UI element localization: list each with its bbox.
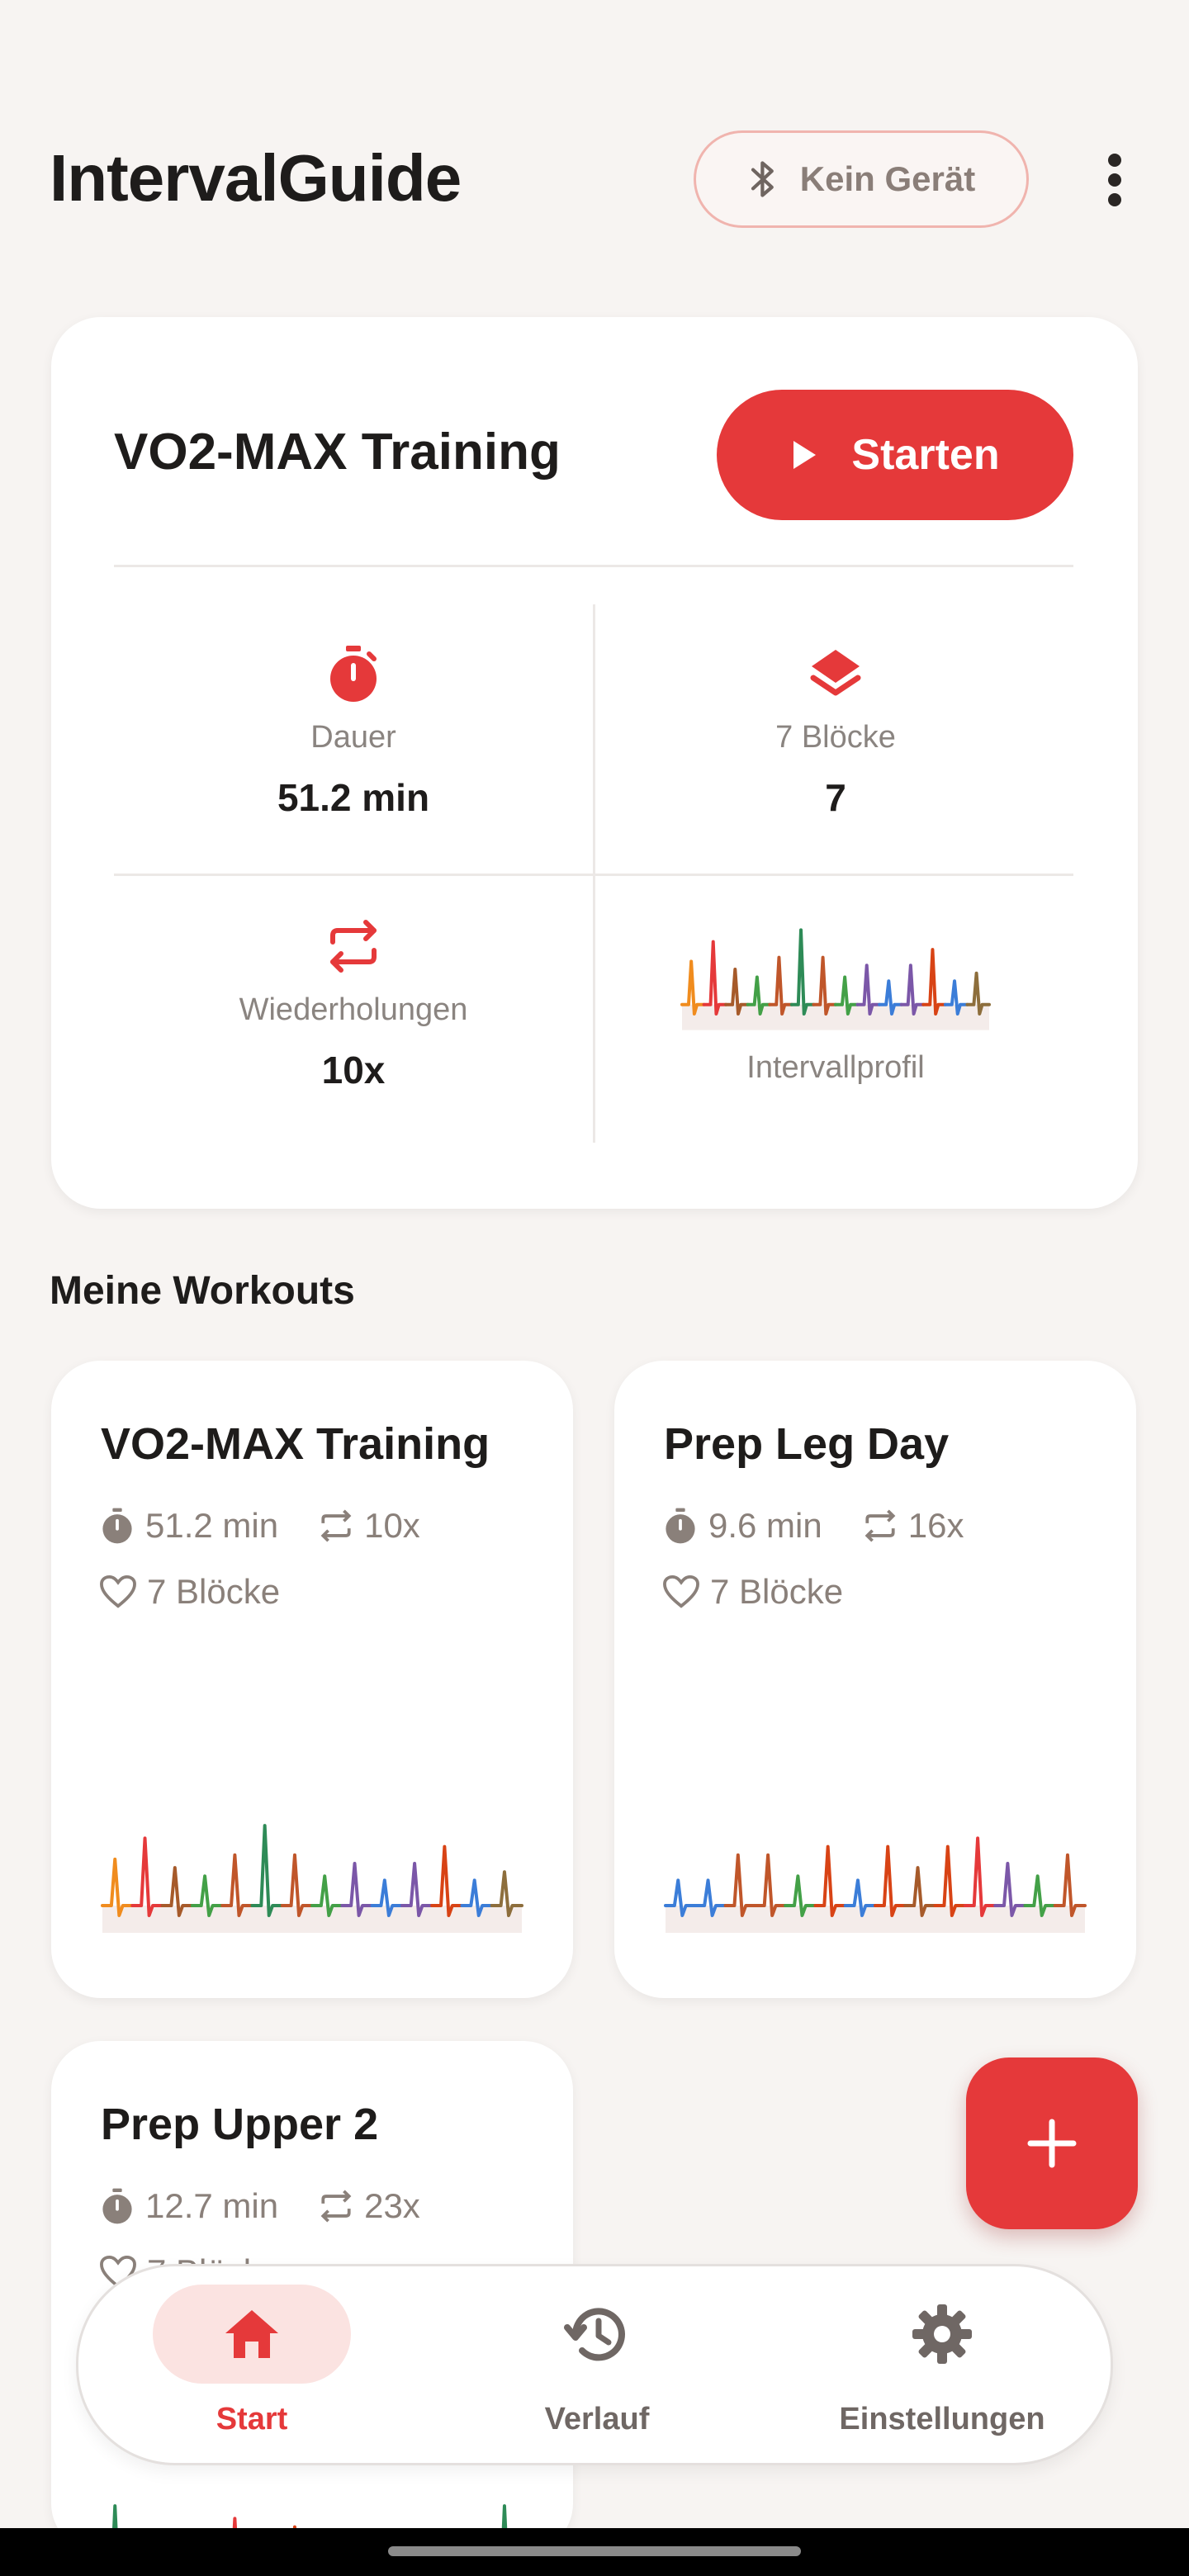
sparkline-segment bbox=[101, 1857, 135, 1917]
workout-duration: 51.2 min bbox=[145, 1506, 279, 1545]
duration-label: Dauer bbox=[310, 720, 396, 755]
sparkline-segment bbox=[723, 1853, 757, 1917]
stat-duration: Dauer 51.2 min bbox=[114, 644, 593, 820]
workout-sparkline bbox=[664, 1836, 1087, 1933]
sparkline-segment bbox=[789, 928, 816, 1016]
featured-workout-title: VO2-MAX Training bbox=[114, 424, 561, 481]
stat-repetitions: Wiederholungen 10x bbox=[114, 916, 593, 1092]
workout-title: VO2-MAX Training bbox=[101, 1419, 490, 1469]
device-connection-chip[interactable]: Kein Gerät bbox=[694, 130, 1029, 228]
timer-icon bbox=[102, 1508, 132, 1544]
workout-blocks: 7 Blöcke bbox=[147, 1572, 281, 1611]
nav-label-verlauf: Verlauf bbox=[544, 2402, 650, 2436]
workout-title: Prep Leg Day bbox=[664, 1419, 950, 1469]
stat-blocks: 7 Blöcke 7 bbox=[596, 644, 1075, 820]
bluetooth-icon bbox=[751, 161, 774, 197]
sparkline-segment bbox=[812, 955, 837, 1016]
workout-reps: 16x bbox=[907, 1506, 964, 1545]
history-icon bbox=[564, 2308, 625, 2361]
start-workout-button[interactable]: Starten bbox=[717, 390, 1073, 520]
bottom-navigation: Start Verlauf Einstellungen bbox=[76, 2264, 1113, 2465]
sparkline-segment bbox=[1053, 1853, 1087, 1917]
timer-icon bbox=[102, 2188, 132, 2224]
workout-duration: 12.7 min bbox=[145, 2186, 279, 2225]
repetitions-label: Wiederholungen bbox=[239, 992, 468, 1027]
app-title: IntervalGuide bbox=[50, 141, 462, 215]
nav-label-einstellungen: Einstellungen bbox=[839, 2402, 1045, 2436]
repeat-icon bbox=[865, 1509, 896, 1542]
nav-item-verlauf[interactable]: Verlauf bbox=[424, 2266, 770, 2468]
duration-value: 51.2 min bbox=[277, 776, 430, 819]
sparkline-segment bbox=[874, 1844, 907, 1917]
stat-interval-profile: Intervallprofil bbox=[596, 921, 1075, 1086]
sparkline-segment bbox=[768, 955, 793, 1016]
home-gesture-handle[interactable] bbox=[388, 2546, 801, 2556]
sparkline-segment bbox=[280, 1853, 314, 1917]
heart-icon bbox=[663, 1574, 699, 1608]
sparkline-segment bbox=[933, 1844, 967, 1917]
blocks-label: 7 Blöcke bbox=[775, 720, 896, 755]
sparkline-segment bbox=[680, 959, 706, 1016]
workout-title: Prep Upper 2 bbox=[101, 2100, 379, 2149]
workout-card[interactable]: VO2-MAX Training 51.2 min 10x 7 Blöcke bbox=[51, 1361, 573, 1998]
sparkline-segment bbox=[921, 948, 947, 1016]
divider bbox=[593, 604, 595, 1143]
interval-profile-sparkline bbox=[680, 928, 991, 1030]
nav-item-start[interactable]: Start bbox=[78, 2266, 425, 2468]
sparkline-segment bbox=[702, 940, 728, 1016]
sparkline-segment bbox=[813, 1844, 847, 1917]
nav-label-start: Start bbox=[216, 2402, 288, 2436]
interval-profile-label: Intervallprofil bbox=[746, 1050, 925, 1085]
home-icon bbox=[225, 2310, 278, 2358]
workout-reps: 23x bbox=[364, 2186, 420, 2225]
repeat-icon bbox=[320, 1509, 352, 1542]
workout-blocks: 7 Blöcke bbox=[710, 1572, 844, 1611]
sparkline-segment bbox=[430, 1844, 464, 1917]
device-status-label: Kein Gerät bbox=[799, 159, 976, 198]
add-workout-button[interactable] bbox=[966, 2057, 1138, 2229]
workout-duration: 9.6 min bbox=[708, 1506, 822, 1545]
sparkline-segment bbox=[250, 1824, 284, 1917]
plus-icon bbox=[1027, 2119, 1077, 2168]
timer-icon bbox=[330, 646, 377, 702]
workout-card[interactable]: Prep Leg Day 9.6 min 16x 7 Blöcke bbox=[614, 1361, 1136, 1998]
timer-icon bbox=[666, 1508, 695, 1544]
section-title-my-workouts: Meine Workouts bbox=[50, 1269, 355, 1313]
sparkline-segment bbox=[130, 1836, 164, 1917]
repeat-icon bbox=[320, 2190, 352, 2223]
blocks-value: 7 bbox=[825, 776, 846, 819]
gear-icon bbox=[912, 2304, 972, 2364]
start-workout-label: Starten bbox=[851, 431, 1000, 479]
repeat-icon bbox=[330, 920, 377, 973]
sparkline-segment bbox=[220, 1853, 254, 1917]
workout-sparkline bbox=[101, 1824, 523, 1933]
heart-icon bbox=[100, 1574, 136, 1608]
workout-reps: 10x bbox=[364, 1506, 420, 1545]
layers-icon bbox=[810, 650, 861, 696]
sparkline-segment bbox=[753, 1853, 788, 1917]
sparkline-segment bbox=[963, 1836, 997, 1917]
play-icon bbox=[793, 441, 817, 469]
overflow-menu-icon[interactable] bbox=[1092, 149, 1138, 211]
repetitions-value: 10x bbox=[321, 1049, 386, 1091]
divider bbox=[114, 565, 1073, 567]
nav-item-einstellungen[interactable]: Einstellungen bbox=[769, 2266, 1116, 2468]
